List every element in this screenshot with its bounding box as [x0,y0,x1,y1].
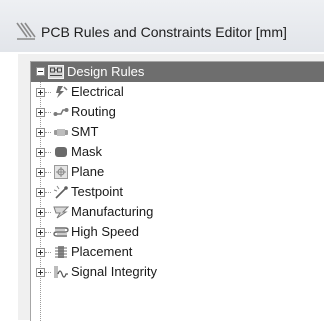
expand-toggle-icon[interactable] [36,208,45,217]
tree-item-label: Plane [71,164,105,179]
expand-toggle-icon[interactable] [36,88,45,97]
tree-item-label: Manufacturing [71,204,154,219]
tree-item-label: Routing [71,104,116,119]
high-speed-icon [53,227,69,237]
tree-item-electrical[interactable]: Electrical [31,82,324,102]
expand-toggle-icon[interactable] [36,228,45,237]
expand-toggle-icon[interactable] [36,108,45,117]
expand-toggle-icon[interactable] [36,148,45,157]
tree-item-routing[interactable]: Routing [31,102,324,122]
tree-item-testpoint[interactable]: Testpoint [31,182,324,202]
rules-panel: Design Rules Electrical Routing SMT Mask… [18,54,324,321]
tree-item-label: Mask [71,144,103,159]
rules-editor-icon [16,22,36,40]
tree-item-manufacturing[interactable]: Manufacturing [31,202,324,222]
tree-item-smt[interactable]: SMT [31,122,324,142]
tree-root-design-rules[interactable]: Design Rules [31,62,324,82]
tree-item-label: Electrical [71,84,124,99]
tree-root-label: Design Rules [67,64,145,79]
tree-item-plane[interactable]: Plane [31,162,324,182]
tree-item-signal-integrity[interactable]: Signal Integrity [31,262,324,282]
tree-item-label: High Speed [71,224,139,239]
plane-icon [54,165,68,179]
routing-icon [53,108,69,116]
design-rules-icon [48,65,64,79]
mask-icon [55,147,67,157]
placement-icon [55,246,67,258]
testpoint-icon [53,185,68,199]
expand-toggle-icon[interactable] [36,128,45,137]
tree-item-label: Placement [71,244,133,259]
manufacturing-icon [53,206,69,219]
electrical-icon [56,86,68,98]
rules-tree[interactable]: Design Rules Electrical Routing SMT Mask… [30,61,324,321]
collapse-toggle-icon[interactable] [36,67,45,76]
window-title: PCB Rules and Constraints Editor [mm] [41,24,287,40]
tree-item-high-speed[interactable]: High Speed [31,222,324,242]
expand-toggle-icon[interactable] [36,268,45,277]
tree-item-label: Testpoint [71,184,124,199]
tree-item-placement[interactable]: Placement [31,242,324,262]
expand-toggle-icon[interactable] [36,188,45,197]
expand-toggle-icon[interactable] [36,248,45,257]
expand-toggle-icon[interactable] [36,168,45,177]
tree-item-label: Signal Integrity [71,264,157,279]
tree-item-mask[interactable]: Mask [31,142,324,162]
tree-item-label: SMT [71,124,99,139]
signal-integrity-icon [54,266,68,278]
smt-icon [54,129,68,136]
window-titlebar: PCB Rules and Constraints Editor [mm] [0,0,324,52]
